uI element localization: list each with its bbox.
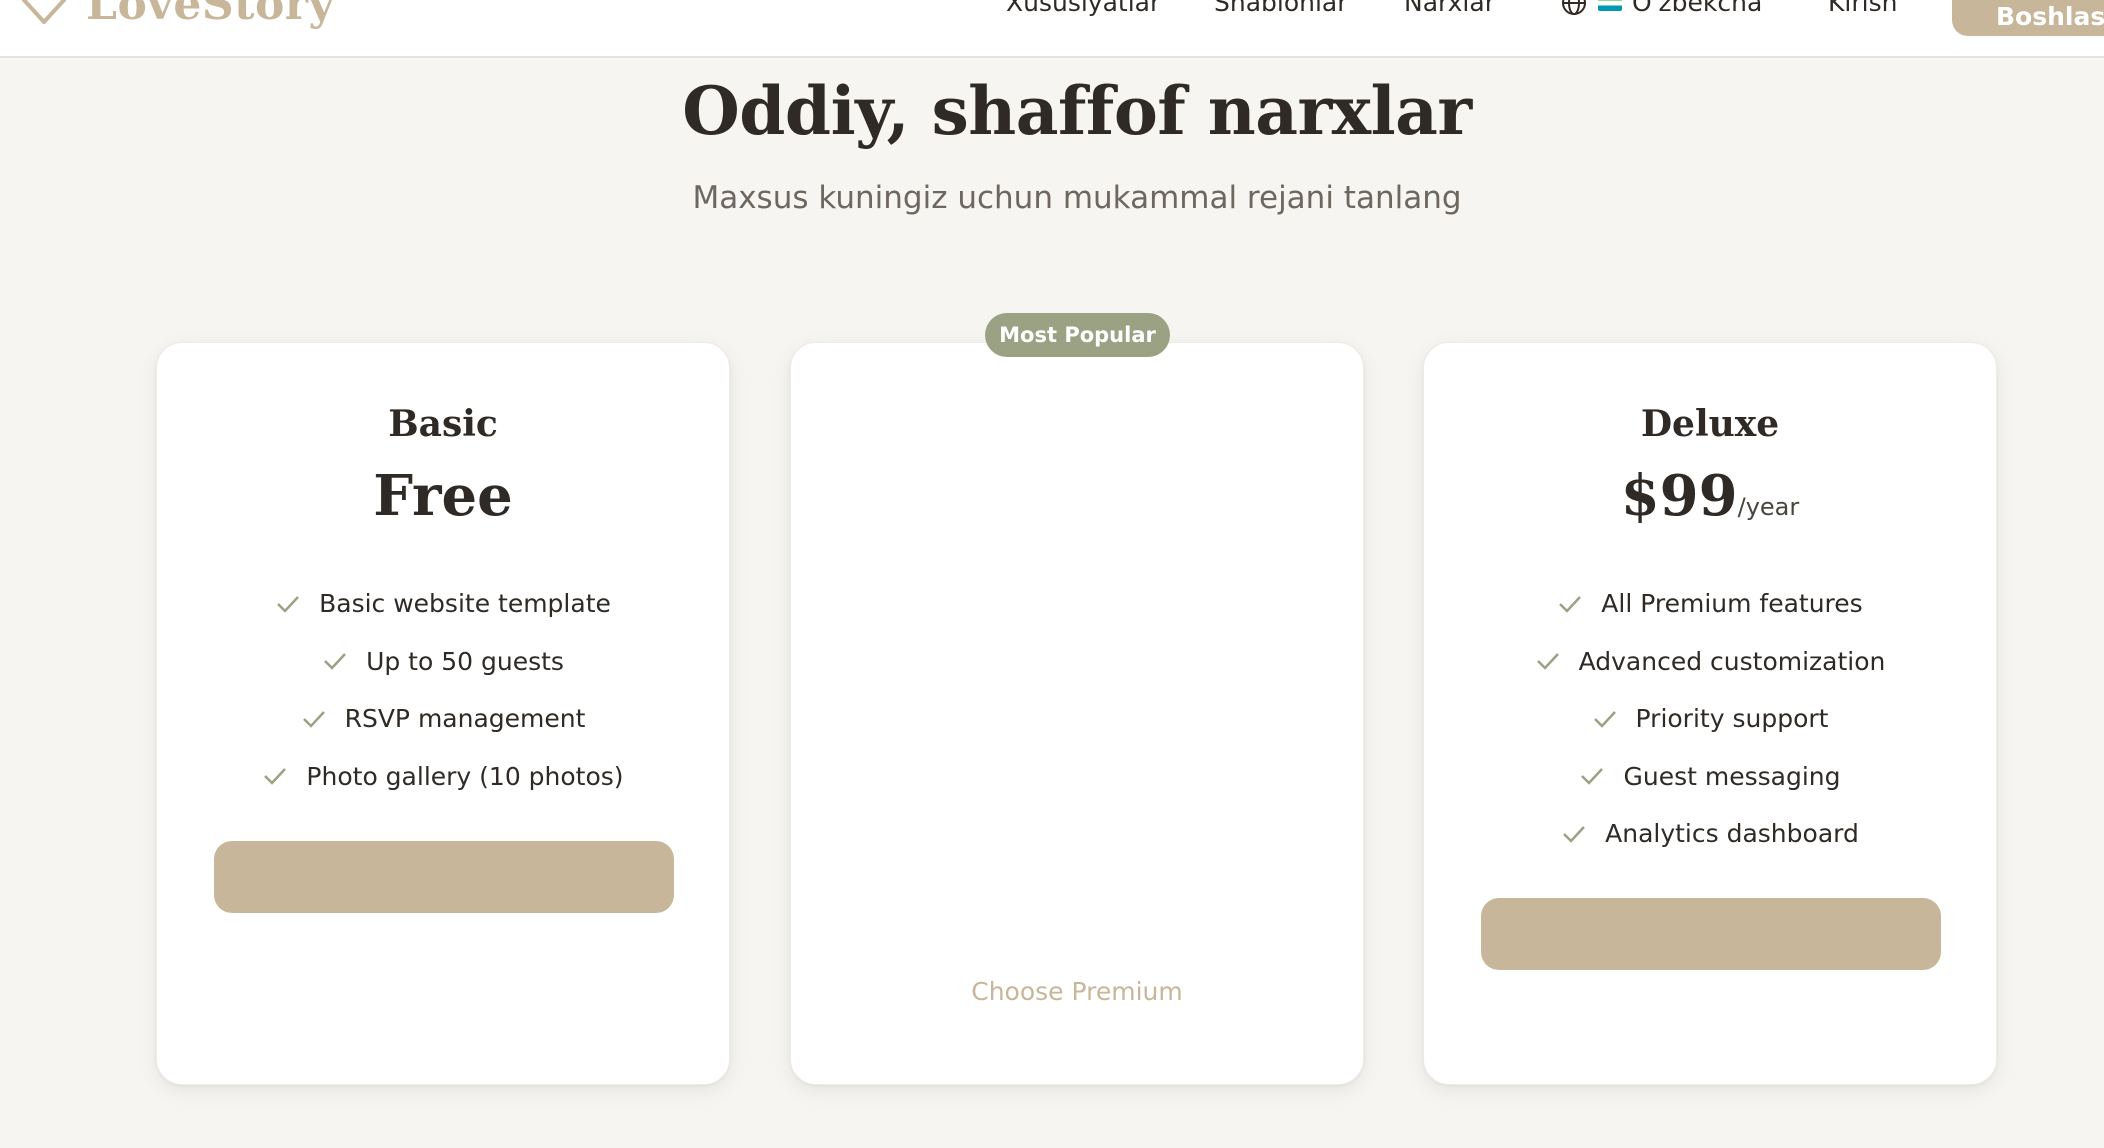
feature-label: Photo gallery (10 photos) — [306, 761, 624, 791]
login-link[interactable]: Kirish — [1828, 0, 1897, 17]
feature-label: Up to 50 guests — [366, 646, 564, 676]
most-popular-badge: Most Popular — [985, 313, 1170, 357]
feature-item: Basic website template — [157, 575, 729, 633]
feature-list: Basic website template Up to 50 guests R… — [157, 575, 729, 805]
feature-item: Up to 50 guests — [157, 633, 729, 691]
plan-price: $99/year — [1424, 463, 1996, 529]
site-header: LoveStory Xususiyatlar Shablonlar Narxla… — [0, 0, 2104, 58]
check-icon — [1593, 710, 1616, 728]
plan-name: Basic — [388, 403, 498, 445]
plan-card-basic: Basic Free Basic website template Up to … — [156, 342, 730, 1085]
feature-item: Advanced customization — [1424, 633, 1996, 691]
check-icon — [1536, 653, 1559, 671]
price-amount: $99 — [1620, 463, 1738, 529]
feature-label: Priority support — [1635, 704, 1829, 734]
plan-name: Deluxe — [1640, 403, 1780, 445]
heart-logo-icon — [21, 0, 67, 24]
page-title: Oddiy, shaffof narxlar — [682, 72, 1472, 150]
choose-deluxe-button[interactable] — [1481, 898, 1941, 970]
check-icon — [277, 595, 300, 613]
feature-item: Guest messaging — [1424, 748, 1996, 806]
price-period: /year — [1737, 493, 1800, 521]
check-icon — [1581, 768, 1604, 786]
brand-name: LoveStory — [86, 0, 335, 30]
feature-label: All Premium features — [1601, 589, 1863, 619]
choose-basic-button[interactable] — [214, 841, 674, 913]
check-icon — [1563, 825, 1586, 843]
language-selector[interactable]: O'zbekcha — [1560, 0, 1762, 17]
plan-price: Free — [373, 463, 513, 529]
feature-item: All Premium features — [1424, 575, 1996, 633]
page-subtitle: Maxsus kuningiz uchun mukammal rejani ta… — [692, 180, 1462, 216]
plan-card-deluxe: Deluxe $99/year All Premium features Adv… — [1423, 342, 1997, 1085]
feature-label: RSVP management — [344, 704, 586, 734]
feature-label: Analytics dashboard — [1605, 819, 1859, 849]
globe-icon — [1562, 0, 1586, 15]
nav-link-features[interactable]: Xususiyatlar — [1006, 0, 1160, 17]
choose-premium-button[interactable]: Choose Premium — [791, 977, 1363, 1006]
feature-label: Basic website template — [319, 589, 611, 619]
check-icon — [1559, 595, 1582, 613]
check-icon — [264, 768, 287, 786]
feature-item: Priority support — [1424, 690, 1996, 748]
feature-label: Guest messaging — [1623, 761, 1841, 791]
feature-list: All Premium features Advanced customizat… — [1424, 575, 1996, 863]
check-icon — [302, 710, 325, 728]
start-button[interactable]: Boshlash — [1952, 0, 2104, 36]
feature-label: Advanced customization — [1578, 646, 1886, 676]
nav-link-pricing[interactable]: Narxlar — [1404, 0, 1495, 17]
plan-card-premium: Choose Premium — [790, 342, 1364, 1085]
uzbekistan-flag-icon — [1598, 0, 1622, 11]
feature-item: Photo gallery (10 photos) — [157, 748, 729, 806]
language-label: O'zbekcha — [1632, 0, 1763, 17]
nav-link-templates[interactable]: Shablonlar — [1214, 0, 1348, 17]
logo[interactable]: LoveStory — [18, 0, 335, 30]
check-icon — [324, 653, 346, 671]
feature-item: RSVP management — [157, 690, 729, 748]
feature-item: Analytics dashboard — [1424, 805, 1996, 863]
